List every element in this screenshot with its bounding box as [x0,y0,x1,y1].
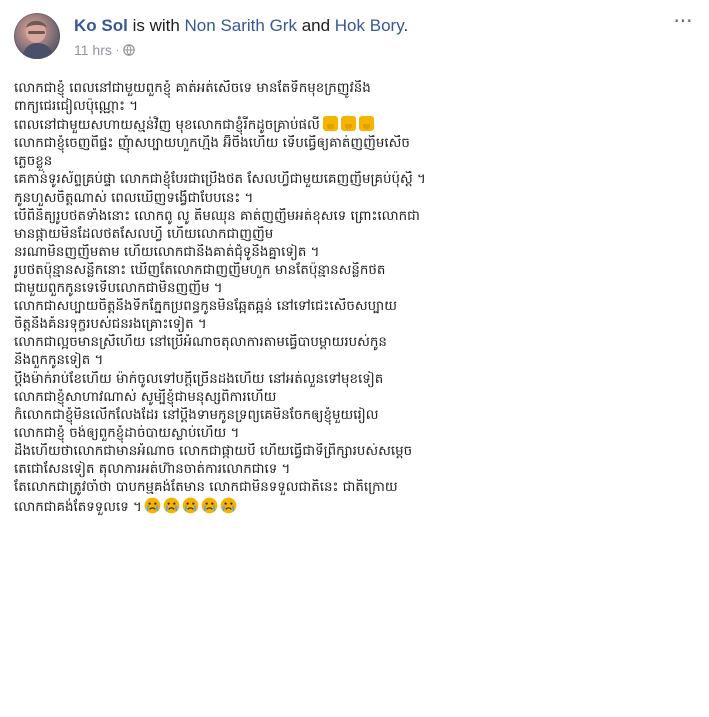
post-body: លោកជាខ្ញុំ ពេលនៅជាមួយពួកខ្ញុំ គាត់អត់សើច… [14,80,698,517]
tagged-friend-1[interactable]: Non Sarith Grk [185,16,297,35]
post-headline: Ko Sol is with Non Sarith Grk and Hok Bo… [74,16,408,36]
post-line: លោកជាខ្ញុំចេញពីផ្ទះ ញុំាសប្បាយហួកហ្មឹង អ… [14,136,410,152]
tagged-friend-2[interactable]: Hok Bory [335,16,404,35]
avatar[interactable] [14,13,60,59]
and-text: and [296,16,335,35]
thumbs-down-icon [358,116,374,132]
post-line-with-emojis: ពេលនៅជាមួយសហាយស្មន់វិញ មុខលោកជាខ្ញុំរីកដ… [14,116,698,135]
post-line: លោកជាសប្បាយចិត្តនឹងទឹកភ្នែកប្រពន្ធកូនមិន… [14,299,397,315]
avatar-photo-icon [22,20,54,59]
post-line: ភ្លេចខ្លួន [14,154,53,170]
post-line: នឹងពួកកូនទៀត ។ [14,353,104,369]
post-line: ចិត្តនឹងគំនរទុក្ខរបស់ជនរងគ្រោះទៀត ។ [14,317,207,333]
crying-face-icon [144,497,161,514]
post-line: នរណាមិនញញឹមតាម ហើយលោកជានឹងគាត់ជុំទូនឹងគ្… [14,244,320,260]
separator-dot: · [115,44,120,56]
post-line: លោកជាខ្ញុំ ពេលនៅជាមួយពួកខ្ញុំ គាត់អត់សើច… [14,81,371,96]
post-line: លោកជាខ្ញុំសាហាវណាស់ សូម្បីខ្ញុំជាមនុស្សព… [14,389,277,405]
post-line: លោកជាល្អចមានស្រីហើយ នៅប្រើអំណាចតុលាការតា… [14,335,387,351]
post-header: Ko Sol is with Non Sarith Grk and Hok Bo… [10,10,700,64]
post-timestamp[interactable]: 11 hrs [74,42,112,58]
post-line: តែលោកជាត្រូវចាំថា បាបកម្មគង់តែមាន លោកជាម… [14,480,398,496]
post-line: គេកាន់ទូរស័ព្ទគ្រប់ផ្ទា លោកជាខ្ញុំបែរជាប… [14,172,426,188]
crying-face-icon [220,497,237,514]
crying-face-icon [163,497,180,514]
globe-icon[interactable] [123,44,136,56]
post-line-text: លោកជាគង់តែទទួលទេ ។ [14,500,142,516]
post-line: ក៏លោកជាខ្ញុំមិនលើកលែងដែរ នៅប្ដឹងទាមកូនទ្… [14,407,379,423]
thumbs-down-icon [340,116,356,132]
post-line: កូនហួសចិត្តណាស់ ពេលឃើញទង្វើជាបែបនេះ ។ [14,190,254,206]
thumbs-down-icon [322,116,338,132]
post-line: មានផ្កាយមិនដែលថតសែលហ្វី ហើយលោកជាញញឹម [14,226,274,242]
with-text: is with [127,16,185,35]
author-name[interactable]: Ko Sol [74,16,128,35]
post-line: ដឹងហើយថាលោកជាមានអំណាច លោកជាផ្កាយបី ហើយធ្… [14,443,413,459]
crying-face-icon [201,497,218,514]
crying-face-icon [182,497,199,514]
post-line-with-emojis: លោកជាគង់តែទទួលទេ ។ [14,497,698,517]
post-line: ពាក្យជេរជៀលប៉ុណ្ណោះ ។ [14,99,139,115]
post-line-text: ពេលនៅជាមួយសហាយស្មន់វិញ មុខលោកជាខ្ញុំរីកដ… [14,118,320,134]
post-line: រូបថតប៉ុន្មានសន្លឹកនោះ ឃើញតែលោកជាញញឹមហួក… [14,262,386,278]
more-options-icon[interactable]: ··· [672,11,694,34]
post-line: ប្ដីងម៉ាក់រាប់ខែហើយ ម៉ាក់ចូលទៅបក្ដីច្រើន… [14,371,384,387]
post-meta: 11 hrs · [74,42,136,58]
post-line: ជាមួយពួកកូនទេទើបលោកជាមិនញញឹម ។ [14,281,223,297]
post-line: តេជោសែនទៀត តុលាការអត់ហ៊ានចាត់ការលោកជាទេ … [14,461,291,477]
post-line: លោកជាខ្ញុំ ចង់ឲ្យពួកខ្ញុំដាច់បាយស្លាប់ហើ… [14,425,240,441]
period-text: . [403,16,409,35]
post-line: បើពិនិត្យរូបថតទាំងនោះ លោកពូ លូ តឹមឈុន គា… [14,208,420,224]
